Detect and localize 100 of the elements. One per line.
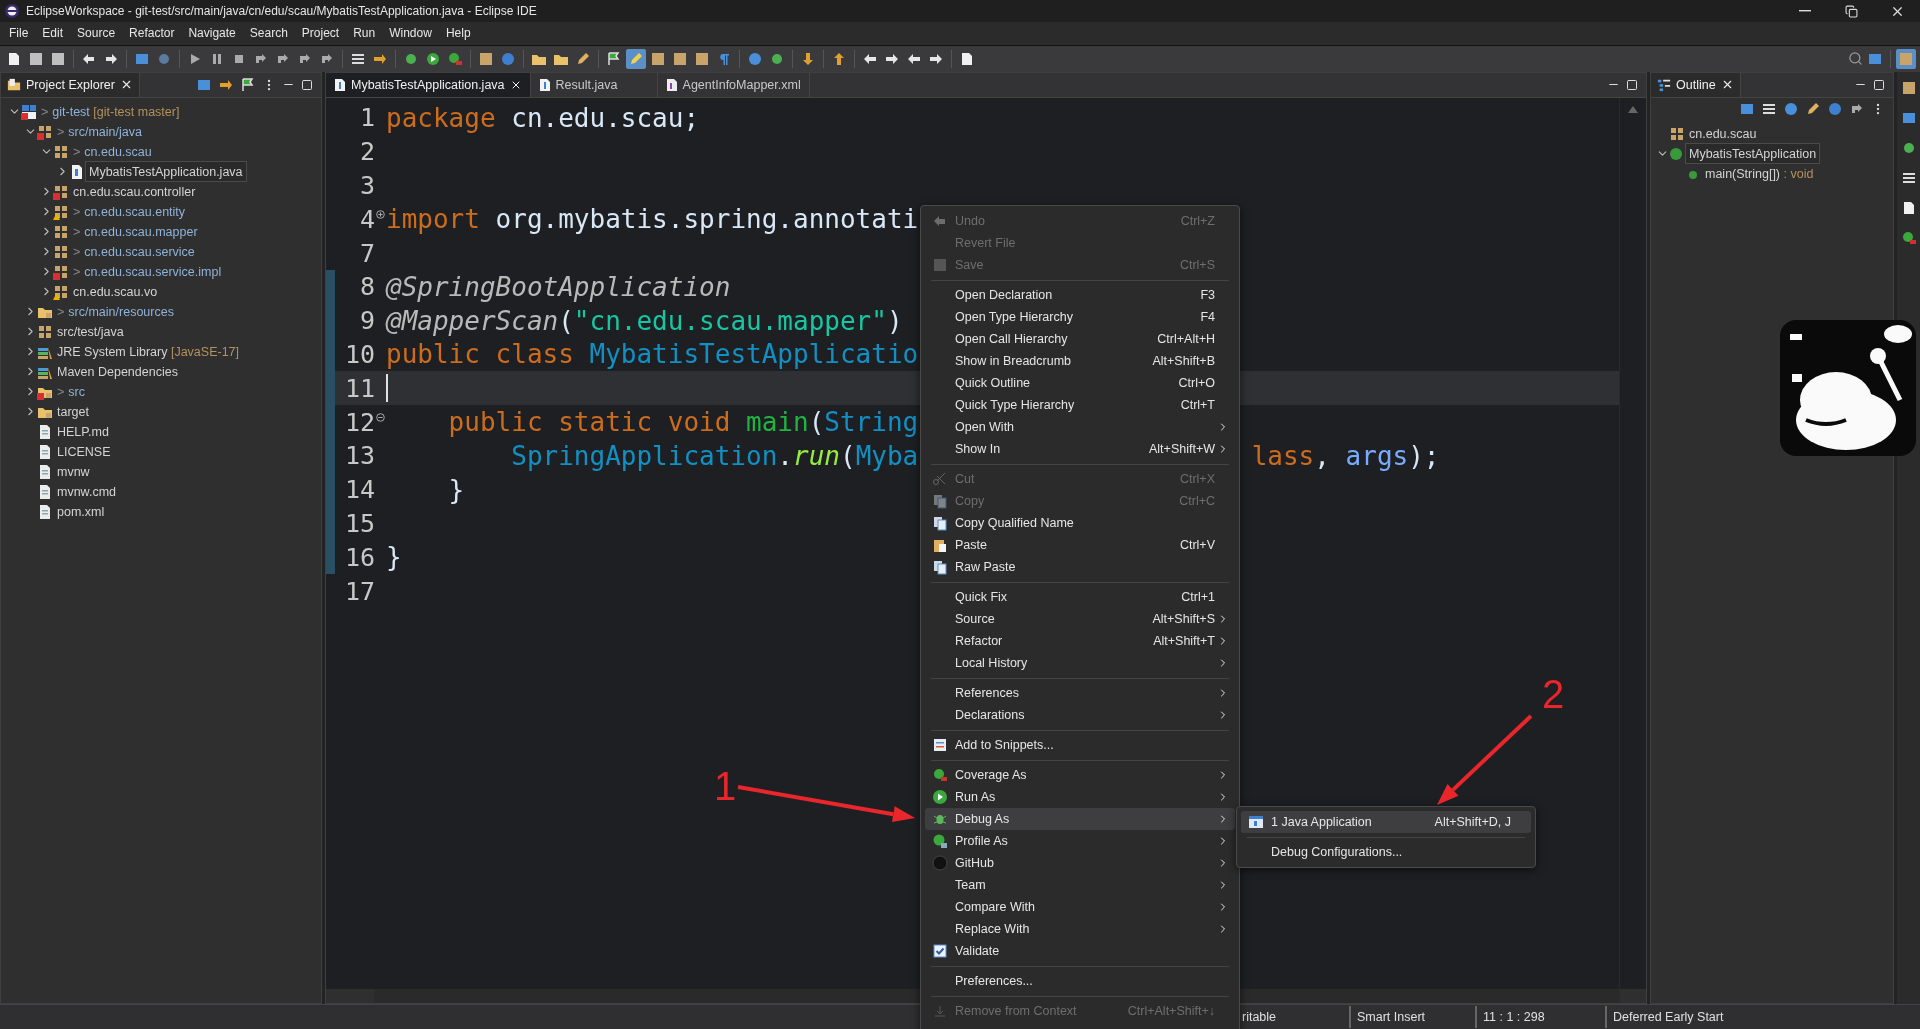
- line-number: 3: [359, 170, 375, 200]
- menu-item[interactable]: GitHub: [925, 852, 1235, 874]
- menu-item[interactable]: Show in Breadcrumb Alt+Shift+B: [925, 350, 1235, 372]
- expand-fold-icon[interactable]: [376, 210, 385, 220]
- tree-item[interactable]: main(String[]) : void: [1701, 163, 1818, 185]
- tree-item[interactable]: cn.edu.scau.controller: [69, 181, 200, 203]
- shortcut-label: Alt+Shift+B: [1152, 354, 1215, 368]
- tree-item[interactable]: src/test/java: [53, 321, 128, 343]
- flag-icon: [240, 76, 256, 93]
- menu-item[interactable]: Debug As: [925, 808, 1235, 830]
- menu-item[interactable]: Show In Alt+Shift+W: [925, 438, 1235, 460]
- tree-item[interactable]: JRE System Library [JavaSE-17]: [53, 341, 244, 363]
- menu-item[interactable]: Preferences...: [925, 970, 1235, 992]
- menu-item[interactable]: Add to Snippets...: [925, 734, 1235, 756]
- tree-item[interactable]: cn.edu.scau: [1685, 123, 1761, 145]
- status-text: Deferred Early Start: [1605, 1006, 1765, 1028]
- tree-item[interactable]: HELP.md: [53, 421, 113, 443]
- menu-item[interactable]: Debug Configurations...: [1241, 841, 1531, 863]
- menu-item[interactable]: Team: [925, 874, 1235, 896]
- menu-bar-item[interactable]: Window: [382, 26, 439, 41]
- menu-item[interactable]: Profile As: [925, 830, 1235, 852]
- menu-bar-item[interactable]: Search: [242, 26, 295, 41]
- menu-item[interactable]: Open Declaration F3: [925, 284, 1235, 306]
- code-line: @MapperScan("cn.edu.scau.mapper"): [386, 305, 903, 336]
- run-icon: [425, 50, 441, 67]
- tree-item[interactable]: mvnw: [53, 461, 94, 483]
- editor-tab[interactable]: AgentInfoMapper.xml: [657, 72, 810, 97]
- shortcut-label: Ctrl+X: [1179, 472, 1215, 486]
- tree-item[interactable]: cn.edu.scau.vo: [69, 281, 162, 303]
- menu-bar-item[interactable]: Help: [438, 26, 478, 41]
- package-icon: [1669, 125, 1685, 142]
- menu-bar-item[interactable]: File: [2, 26, 36, 41]
- tree-item[interactable]: > git-test [git-test master]: [37, 101, 184, 123]
- menu-bar-item[interactable]: Navigate: [181, 26, 243, 41]
- tree-item[interactable]: Maven Dependencies: [53, 361, 182, 383]
- menu-item[interactable]: Open Type Hierarchy F4: [925, 306, 1235, 328]
- menu-item[interactable]: Paste Ctrl+V: [925, 534, 1235, 556]
- menu-item[interactable]: Source Alt+Shift+S: [925, 608, 1235, 630]
- pencil-icon: [1805, 100, 1821, 117]
- menu-item[interactable]: Validate: [925, 940, 1235, 962]
- tree-item[interactable]: > src/main/java: [53, 121, 146, 143]
- tree-item[interactable]: > src/main/resources: [53, 301, 178, 323]
- collapse-fold-icon[interactable]: [376, 413, 385, 423]
- view-tab[interactable]: Outline: [1651, 72, 1741, 97]
- coverage-icon: [932, 767, 948, 783]
- flag-icon: [606, 50, 622, 67]
- circle-icon: [500, 50, 516, 67]
- search-icon[interactable]: [1848, 51, 1863, 67]
- tree-item[interactable]: mvnw.cmd: [53, 481, 121, 503]
- shortcut-label: Alt+Shift+S: [1152, 612, 1215, 626]
- tree-item[interactable]: pom.xml: [53, 501, 109, 523]
- scroll-up-icon[interactable]: [1628, 105, 1638, 113]
- menu-item[interactable]: Refactor Alt+Shift+T: [925, 630, 1235, 652]
- file-icon: [37, 483, 53, 500]
- tree-item[interactable]: > cn.edu.scau: [69, 141, 156, 163]
- menu-item[interactable]: Quick Fix Ctrl+1: [925, 586, 1235, 608]
- explorer-icon: [7, 77, 21, 92]
- shortcut-label: Ctrl+1: [1181, 590, 1215, 604]
- menu-item[interactable]: Copy Qualified Name: [925, 512, 1235, 534]
- menu-item[interactable]: Quick Type Hierarchy Ctrl+T: [925, 394, 1235, 416]
- menu-bar-item[interactable]: Project: [294, 26, 347, 41]
- menu-item[interactable]: References: [925, 682, 1235, 704]
- file-icon: [37, 463, 53, 480]
- menu-bar-item[interactable]: Source: [70, 26, 123, 41]
- save-icon: [28, 50, 44, 67]
- maximize-icon[interactable]: [301, 78, 313, 91]
- menu-item[interactable]: Compare With: [925, 896, 1235, 918]
- tree-item[interactable]: LICENSE: [53, 441, 115, 463]
- toolbar-button[interactable]: [626, 48, 646, 69]
- code-line: }: [386, 542, 402, 573]
- tree-item[interactable]: > cn.edu.scau.service: [69, 241, 199, 263]
- menu-item[interactable]: Open Call Hierarchy Ctrl+Alt+H: [925, 328, 1235, 350]
- menu-item[interactable]: Run As: [925, 786, 1235, 808]
- editor-tab[interactable]: MybatisTestApplication.java: [326, 72, 531, 97]
- shortcut-label: Ctrl+S: [1179, 258, 1215, 272]
- tree-item[interactable]: > cn.edu.scau.entity: [69, 201, 190, 223]
- maximize-icon[interactable]: [1626, 78, 1638, 91]
- menu-item[interactable]: Open With: [925, 416, 1235, 438]
- menu-item[interactable]: Coverage As: [925, 764, 1235, 786]
- menu-bar-item[interactable]: Edit: [35, 26, 71, 41]
- tree-item[interactable]: target: [53, 401, 93, 423]
- menu-item[interactable]: 1 Java Application Alt+Shift+D, J: [1241, 811, 1531, 833]
- menu-bar-item[interactable]: Refactor: [122, 26, 182, 41]
- tree-item[interactable]: > src: [53, 381, 89, 403]
- view-tab[interactable]: Project Explorer: [1, 72, 140, 97]
- editor-tab[interactable]: Result.java: [530, 72, 658, 97]
- tree-item[interactable]: > cn.edu.scau.service.impl: [69, 261, 226, 283]
- menu-bar-item[interactable]: Run: [346, 26, 383, 41]
- tree-item[interactable]: MybatisTestApplication.java: [85, 161, 247, 183]
- menu-item[interactable]: Quick Outline Ctrl+O: [925, 372, 1235, 394]
- menu-item[interactable]: Replace With: [925, 918, 1235, 940]
- package-icon: [53, 223, 69, 240]
- menu-item[interactable]: Declarations: [925, 704, 1235, 726]
- menu-item[interactable]: Local History: [925, 652, 1235, 674]
- shortcut-label: Alt+Shift+D, J: [1434, 815, 1511, 829]
- maximize-icon[interactable]: [1873, 78, 1885, 91]
- menu-item[interactable]: Raw Paste: [925, 556, 1235, 578]
- tree-item[interactable]: > cn.edu.scau.mapper: [69, 221, 202, 243]
- outline-icon: [1657, 77, 1671, 92]
- tree-item[interactable]: MybatisTestApplication: [1685, 143, 1821, 165]
